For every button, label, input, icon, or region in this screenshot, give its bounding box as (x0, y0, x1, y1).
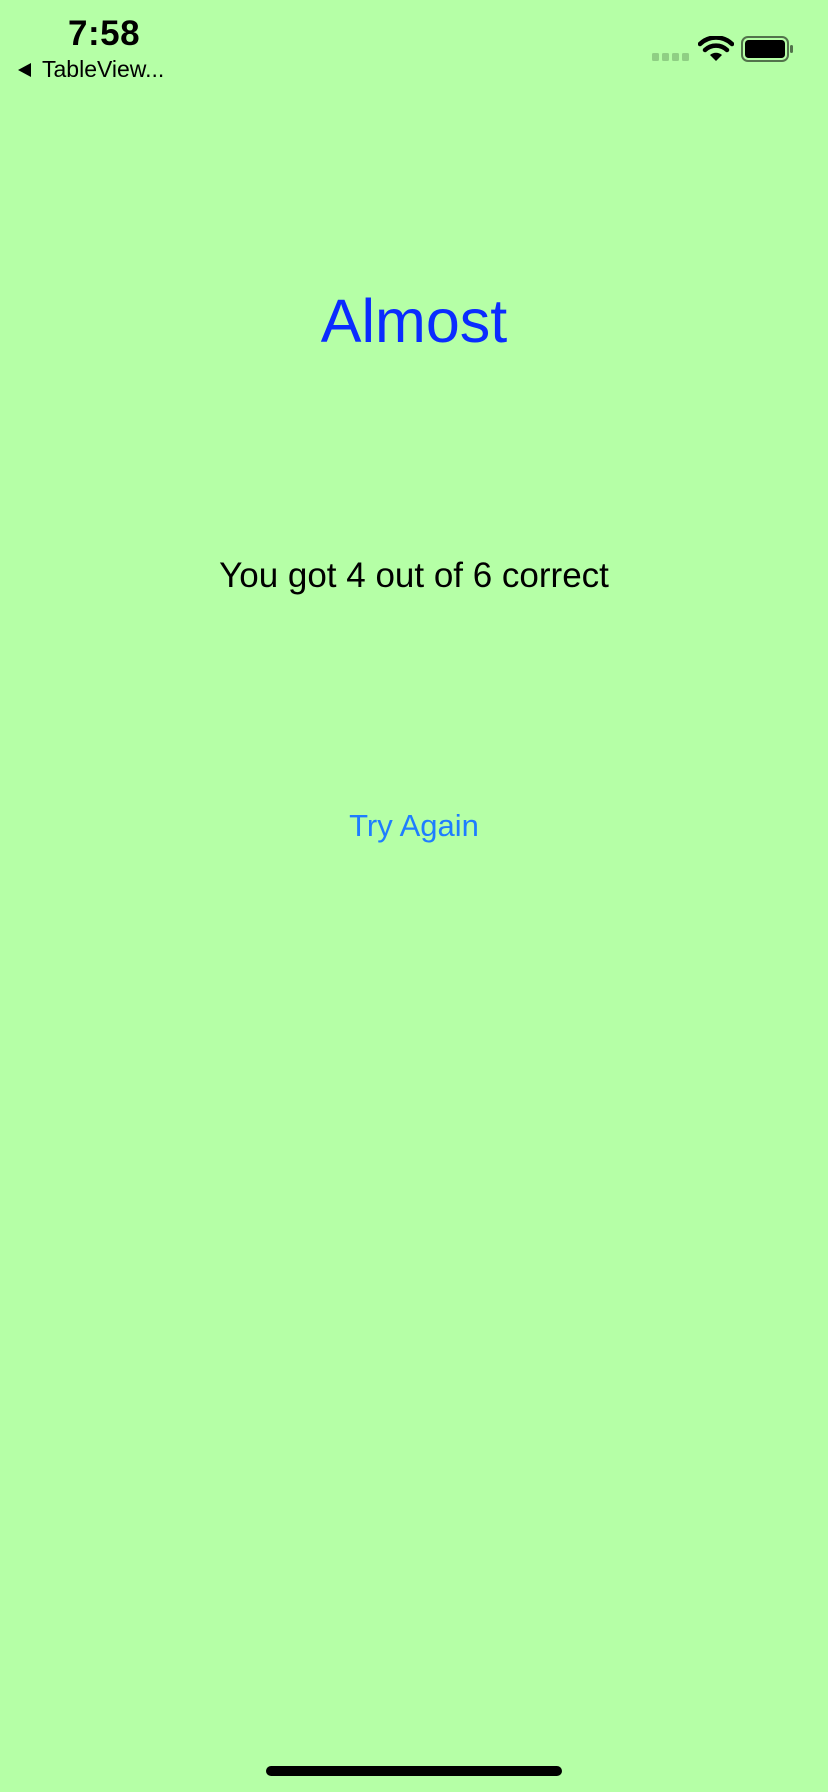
battery-icon (741, 36, 793, 62)
status-time: 7:58 (68, 14, 141, 53)
score-text: You got 4 out of 6 correct (219, 556, 609, 595)
wifi-icon (698, 36, 734, 61)
signal-icon (652, 53, 689, 61)
back-arrow-icon (18, 62, 31, 77)
status-bar: 7:58 TableView... (0, 0, 828, 90)
result-headline: Almost (320, 287, 508, 355)
home-indicator[interactable] (266, 1766, 562, 1776)
try-again-button[interactable]: Try Again (314, 808, 514, 844)
back-button[interactable]: TableView... (18, 56, 164, 83)
back-button-label: TableView... (42, 56, 165, 82)
